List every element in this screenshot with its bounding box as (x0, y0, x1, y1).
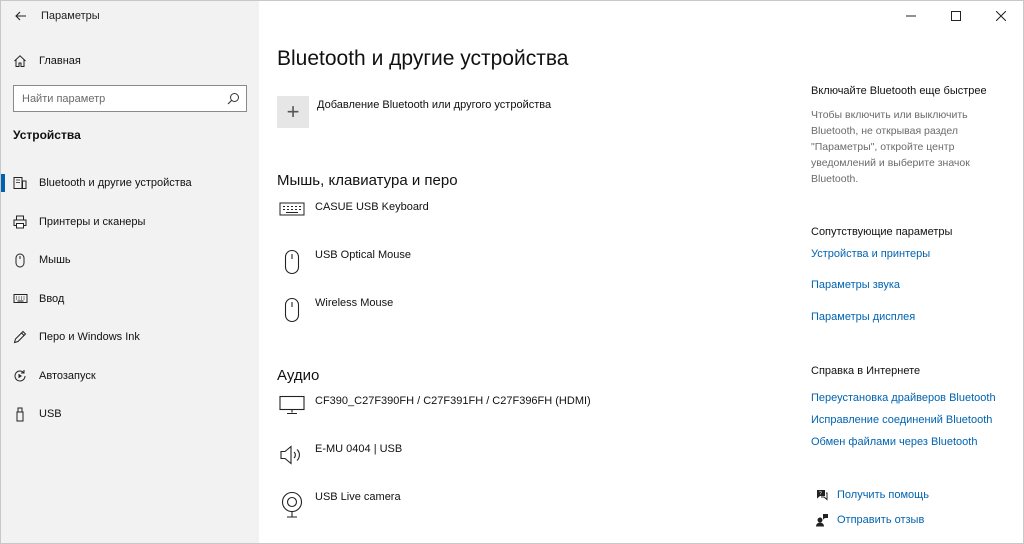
help-chat-icon: ? (817, 490, 828, 501)
sidebar-item-label: Принтеры и сканеры (39, 215, 146, 228)
sidebar-item-label: Главная (39, 55, 81, 67)
add-device-label: Добавление Bluetooth или другого устройс… (317, 99, 552, 111)
device-item[interactable]: E-MU 0404 | USB (277, 443, 402, 467)
bluetooth-devices-icon (1, 176, 39, 190)
sidebar-item-label: Перо и Windows Ink (39, 331, 140, 344)
device-name: Wireless Mouse (315, 297, 394, 309)
home-icon (1, 54, 39, 68)
sidebar-item-home[interactable]: Главная (1, 47, 259, 75)
feedback-icon (816, 514, 828, 527)
usb-icon (1, 407, 39, 422)
device-item[interactable]: CF390_C27F390FH / C27F391FH / C27F396FH … (277, 395, 591, 415)
search-input[interactable] (14, 86, 220, 111)
title-bar: Параметры (1, 1, 259, 31)
right-rail: Включайте Bluetooth еще быстрее Чтобы вк… (811, 1, 1021, 543)
group-title-audio: Аудио (277, 367, 320, 384)
group-title-input-devices: Мышь, клавиатура и перо (277, 172, 458, 189)
device-name: CASUE USB Keyboard (315, 201, 429, 213)
pen-icon (1, 330, 39, 344)
mouse-icon (1, 253, 39, 268)
keyboard-icon (1, 293, 39, 304)
back-button[interactable] (1, 1, 41, 31)
monitor-icon (277, 395, 307, 415)
printer-icon (1, 215, 39, 229)
section-title: Устройства (13, 128, 81, 142)
sidebar-item-label: Ввод (39, 292, 65, 305)
get-help-row[interactable]: ? Получить помощь (815, 488, 929, 502)
link-share-files-bluetooth[interactable]: Обмен файлами через Bluetooth (811, 436, 977, 448)
plus-icon: + (277, 96, 309, 128)
device-item[interactable]: USB Live camera (277, 491, 401, 519)
add-device-button[interactable]: + Добавление Bluetooth или другого устро… (277, 96, 551, 128)
sidebar: Параметры Главная Устройства Bluetooth и… (1, 1, 259, 543)
speaker-icon (277, 443, 307, 467)
sidebar-nav: Bluetooth и другие устройства Принтеры и… (1, 164, 259, 434)
device-name: E-MU 0404 | USB (315, 443, 403, 455)
search-icon[interactable] (220, 92, 246, 105)
sidebar-item-autoplay[interactable]: Автозапуск (1, 357, 259, 396)
back-arrow-icon (15, 11, 26, 21)
keyboard-icon (277, 201, 307, 217)
tip-heading: Включайте Bluetooth еще быстрее (811, 85, 987, 97)
sidebar-item-typing[interactable]: Ввод (1, 280, 259, 319)
send-feedback-link[interactable]: Отправить отзыв (837, 514, 924, 526)
sidebar-item-pen[interactable]: Перо и Windows Ink (1, 318, 259, 357)
page-title: Bluetooth и другие устройства (277, 47, 569, 70)
svg-text:?: ? (819, 491, 822, 497)
sidebar-item-label: Мышь (39, 254, 71, 267)
mouse-icon (277, 297, 307, 323)
link-fix-bluetooth-connections[interactable]: Исправление соединений Bluetooth (811, 414, 992, 426)
device-name: CF390_C27F390FH / C27F391FH / C27F396FH … (315, 395, 591, 407)
device-name: USB Optical Mouse (315, 249, 411, 261)
sidebar-item-usb[interactable]: USB (1, 395, 259, 434)
link-sound-settings[interactable]: Параметры звука (811, 279, 900, 291)
sidebar-item-mouse[interactable]: Мышь (1, 241, 259, 280)
app-title: Параметры (41, 10, 100, 22)
get-help-link[interactable]: Получить помощь (837, 489, 929, 501)
sidebar-item-bluetooth[interactable]: Bluetooth и другие устройства (1, 164, 259, 203)
web-help-heading: Справка в Интернете (811, 365, 921, 377)
link-display-settings[interactable]: Параметры дисплея (811, 311, 915, 323)
settings-window: Параметры Главная Устройства Bluetooth и… (0, 0, 1024, 544)
device-item[interactable]: USB Optical Mouse (277, 249, 411, 275)
related-settings-heading: Сопутствующие параметры (811, 226, 953, 238)
device-item[interactable]: CASUE USB Keyboard (277, 201, 429, 217)
link-reinstall-bluetooth-drivers[interactable]: Переустановка драйверов Bluetooth (811, 392, 996, 404)
autoplay-icon (1, 369, 39, 383)
search-box[interactable] (13, 85, 247, 112)
tip-text: Чтобы включить или выключить Bluetooth, … (811, 109, 970, 185)
mouse-icon (277, 249, 307, 275)
sidebar-item-printers[interactable]: Принтеры и сканеры (1, 203, 259, 242)
sidebar-item-label: Bluetooth и другие устройства (39, 177, 192, 190)
main-content: Bluetooth и другие устройства + Добавлен… (259, 1, 789, 543)
send-feedback-row[interactable]: Отправить отзыв (815, 513, 924, 527)
webcam-icon (277, 491, 307, 519)
sidebar-item-label: Автозапуск (39, 369, 96, 382)
device-name: USB Live camera (315, 491, 401, 503)
link-devices-printers[interactable]: Устройства и принтеры (811, 248, 930, 260)
device-item[interactable]: Wireless Mouse (277, 297, 393, 323)
sidebar-item-label: USB (39, 408, 62, 421)
